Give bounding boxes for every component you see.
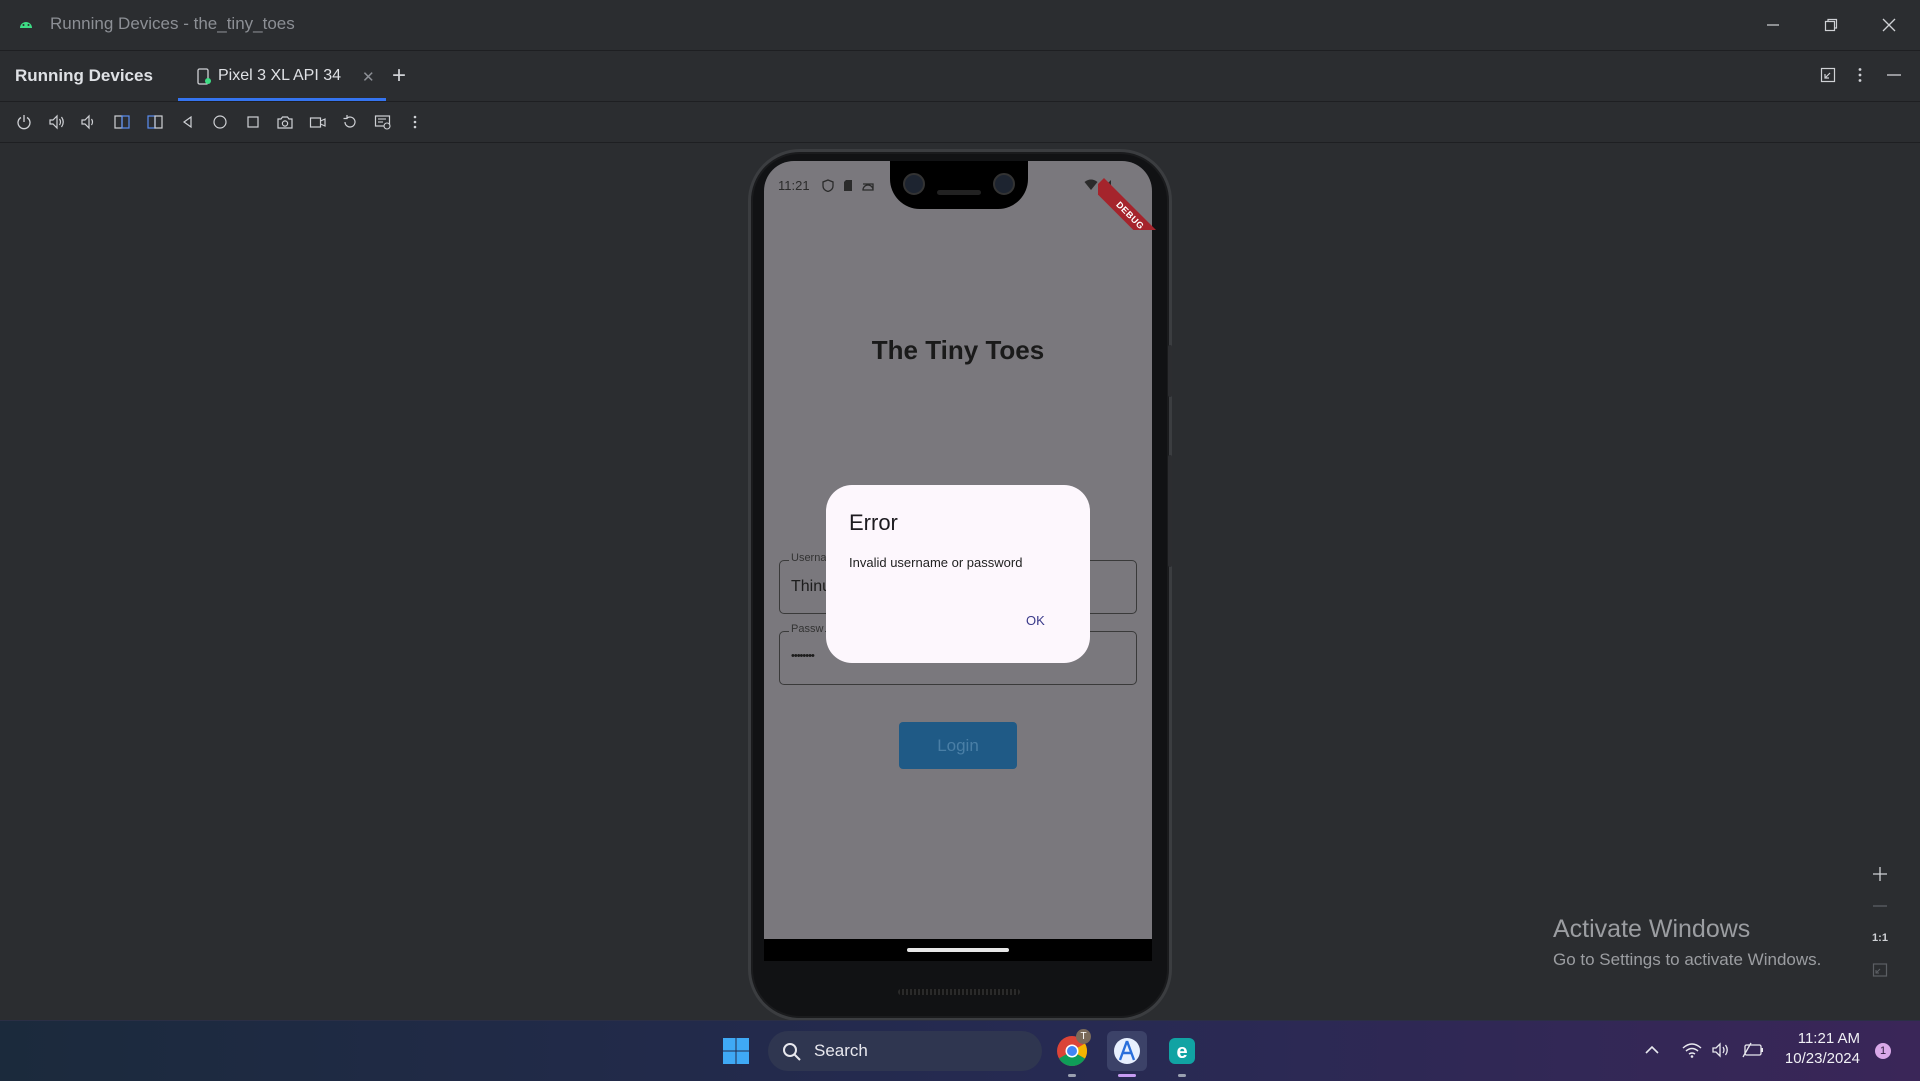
back-icon[interactable]	[178, 112, 198, 132]
home-gesture-pill[interactable]	[907, 948, 1009, 952]
android-studio-icon	[1114, 1038, 1140, 1064]
tab-label: Pixel 3 XL API 34	[218, 67, 342, 84]
hide-panel-icon[interactable]	[1886, 67, 1902, 83]
window-title: Running Devices - the_tiny_toes	[50, 14, 295, 33]
android-status-icon	[862, 183, 874, 191]
zoom-in-icon[interactable]	[1864, 860, 1896, 888]
chrome-profile-badge: T	[1076, 1029, 1091, 1044]
app-title: The Tiny Toes	[871, 335, 1045, 365]
close-icon	[1882, 18, 1896, 32]
gesture-nav-bar	[764, 939, 1152, 961]
actual-size-button[interactable]: 1:1	[1864, 924, 1896, 952]
volume-tray-icon[interactable]	[1711, 1042, 1731, 1058]
battery-tray-icon[interactable]	[1742, 1042, 1764, 1058]
restore-icon	[1824, 18, 1838, 32]
volume-up-icon[interactable]	[47, 112, 67, 132]
chrome-taskbar-icon[interactable]: T	[1052, 1029, 1092, 1077]
password-label: Passw	[789, 623, 826, 635]
earpiece-speaker	[937, 190, 981, 195]
restore-button[interactable]	[1802, 0, 1860, 50]
dialog-ok-button[interactable]: OK	[1020, 609, 1051, 632]
login-button[interactable]: Login	[899, 722, 1017, 769]
overview-icon[interactable]	[243, 112, 263, 132]
reset-icon[interactable]	[340, 112, 360, 132]
svg-text:e: e	[1176, 1041, 1187, 1063]
add-device-icon[interactable]: +	[392, 62, 406, 90]
wifi-icon	[1084, 179, 1098, 190]
tab-close-icon[interactable]: ✕	[362, 68, 375, 86]
more-icon[interactable]	[405, 112, 425, 132]
debug-banner-label: DEBUG	[1098, 178, 1168, 230]
debug-banner: DEBUG	[1098, 160, 1168, 230]
android-studio-active-indicator	[1118, 1074, 1136, 1077]
dialog-title: Error	[849, 510, 898, 535]
chrome-running-indicator	[1068, 1074, 1076, 1077]
minimize-icon	[1767, 24, 1779, 26]
search-icon	[783, 1043, 801, 1061]
close-window-button[interactable]	[1860, 0, 1918, 50]
fit-screen-icon[interactable]	[1864, 956, 1896, 984]
activate-windows-watermark: Activate Windows Go to Settings to activ…	[1553, 915, 1821, 970]
volume-down-icon[interactable]	[78, 112, 98, 132]
windows-start-icon[interactable]	[722, 1037, 750, 1065]
notification-badge[interactable]: 1	[1875, 1043, 1891, 1059]
phone-volume-button	[1168, 455, 1172, 567]
shield-icon	[822, 179, 834, 192]
tool-window-header: Running Devices Pixel 3 XL API 34 ✕ +	[0, 51, 1920, 102]
clock-time: 11:21 AM	[1797, 1030, 1860, 1047]
status-bar-time: 11:21	[778, 178, 810, 193]
tab-pixel-3-xl[interactable]: Pixel 3 XL API 34 ✕	[178, 51, 386, 101]
snapshot-icon[interactable]	[373, 112, 393, 132]
zoom-out-icon[interactable]	[1864, 892, 1896, 920]
title-bar: Running Devices - the_tiny_toes	[0, 0, 1920, 51]
minimize-button[interactable]	[1744, 0, 1802, 50]
chevron-up-icon[interactable]	[1644, 1043, 1660, 1057]
wifi-tray-icon[interactable]	[1682, 1042, 1702, 1058]
taskbar-search[interactable]: Search	[768, 1031, 1042, 1071]
e-app-running-indicator	[1178, 1074, 1186, 1077]
clock-date: 10/23/2024	[1784, 1050, 1860, 1067]
more-options-icon[interactable]	[1852, 67, 1868, 83]
power-icon[interactable]	[14, 112, 34, 132]
phone-side-button	[1168, 345, 1172, 397]
screenshot-icon[interactable]	[275, 112, 295, 132]
device-toolbar	[0, 102, 1920, 143]
android-studio-taskbar-icon[interactable]	[1107, 1031, 1147, 1077]
password-value: ••••••••	[791, 650, 815, 662]
taskbar-clock[interactable]: 11:21 AM 10/23/2024	[1780, 1029, 1860, 1069]
device-icon	[197, 68, 211, 85]
zoom-toolbar: 1:1	[1864, 860, 1896, 990]
search-label: Search	[814, 1041, 868, 1060]
front-camera-right	[993, 173, 1015, 195]
tool-window-title: Running Devices	[15, 66, 153, 85]
watermark-subtitle: Go to Settings to activate Windows.	[1553, 950, 1822, 969]
bottom-speaker	[898, 989, 1020, 995]
edge-like-taskbar-icon[interactable]: e	[1162, 1031, 1202, 1077]
taskbar: Search T e 11:21 AM 10/23/2024 1	[0, 1020, 1920, 1081]
username-label: Userna	[789, 552, 829, 564]
sd-card-icon	[844, 180, 852, 191]
rotate-left-icon[interactable]	[112, 112, 132, 132]
window-mode-icon[interactable]	[1820, 67, 1836, 83]
home-icon[interactable]	[210, 112, 230, 132]
front-camera-left	[903, 173, 925, 195]
tab-selected-indicator	[178, 98, 386, 101]
e-app-icon: e	[1169, 1038, 1195, 1064]
rotate-right-icon[interactable]	[145, 112, 165, 132]
dialog-message: Invalid username or password	[849, 555, 1023, 570]
watermark-title: Activate Windows	[1553, 915, 1751, 943]
screen-record-icon[interactable]	[308, 112, 328, 132]
android-studio-icon	[20, 22, 32, 28]
error-dialog: Error Invalid username or password OK	[826, 485, 1090, 663]
